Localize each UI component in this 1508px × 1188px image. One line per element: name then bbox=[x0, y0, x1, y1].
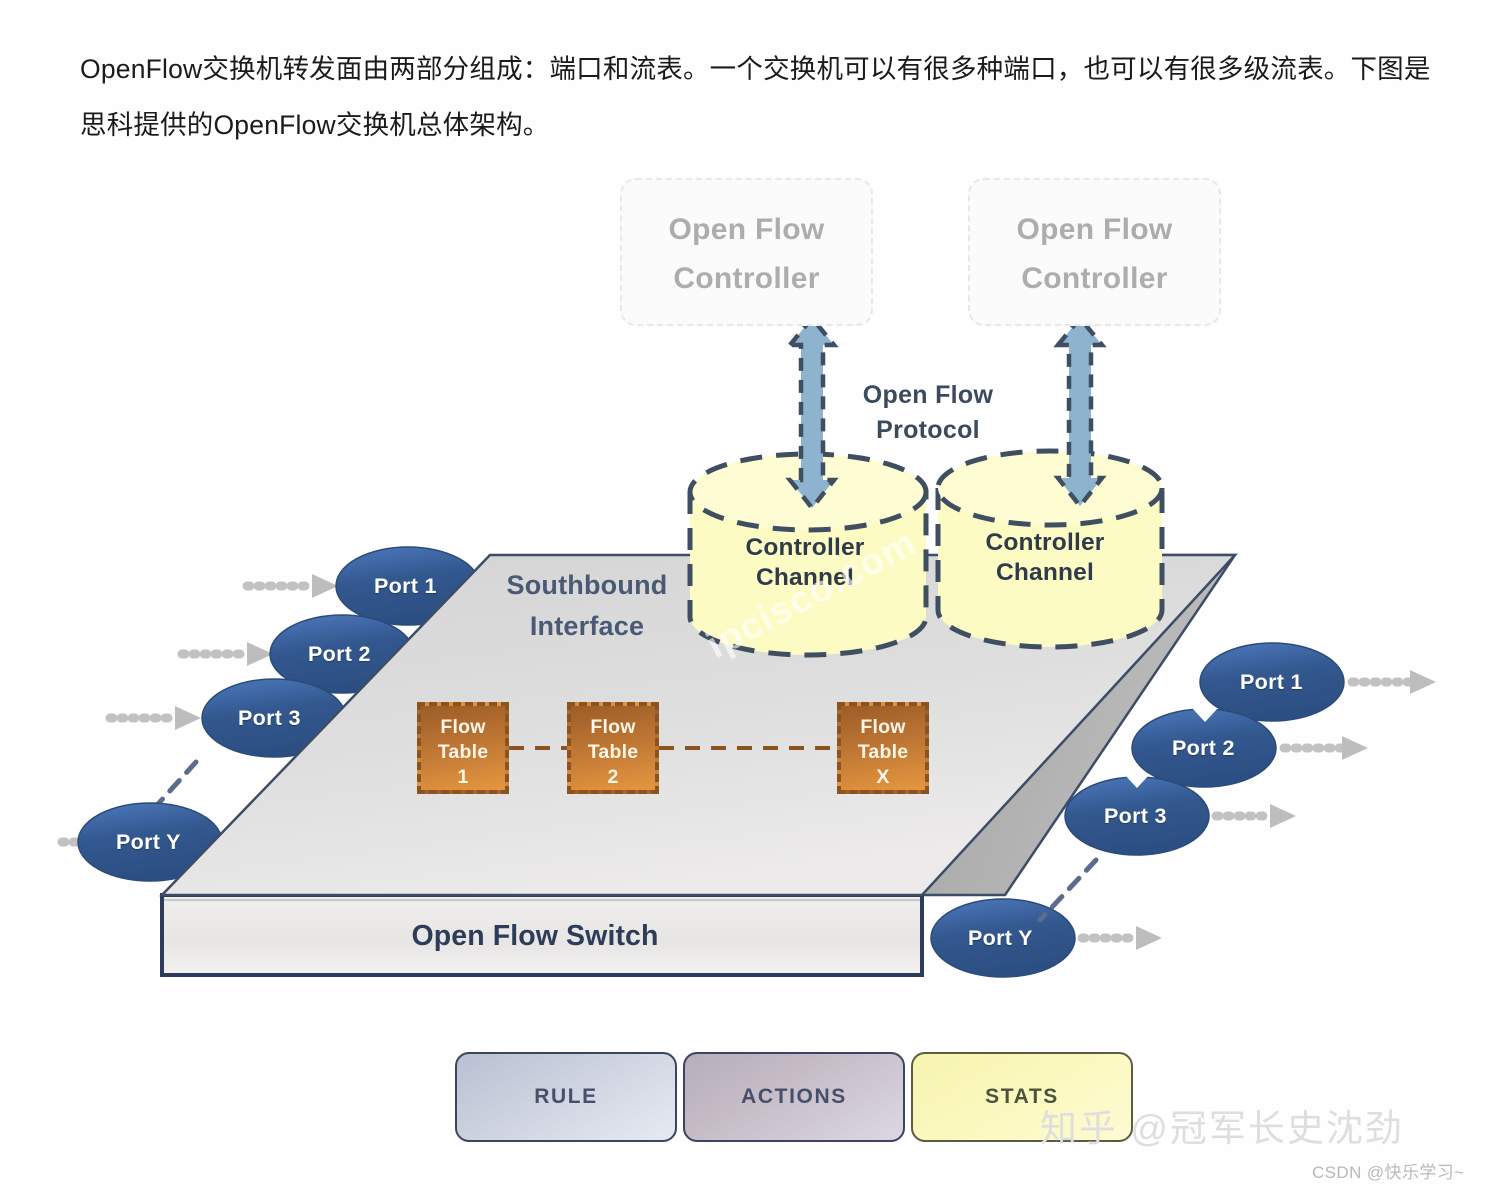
openflow-controller-1-line2: Controller bbox=[673, 262, 820, 295]
controller-channel-2-line2: Channel bbox=[995, 559, 1095, 586]
flow-table-1-line2: Table bbox=[437, 741, 489, 763]
controller-channel-1-line1: Controller bbox=[745, 534, 865, 561]
flow-table-2-index: 2 bbox=[607, 766, 619, 788]
ingress-port-2-label[interactable]: Port 2 bbox=[308, 642, 371, 667]
egress-port-y-label[interactable]: Port Y bbox=[968, 926, 1033, 951]
openflow-protocol-label: Open Flow Protocol bbox=[838, 378, 1018, 448]
flow-table-1-index: 1 bbox=[457, 766, 469, 788]
controller-channel-2-label: Controller Channel bbox=[930, 528, 1160, 588]
egress-port-2-label[interactable]: Port 2 bbox=[1172, 736, 1235, 761]
openflow-protocol-label-line1: Open Flow bbox=[862, 381, 994, 409]
egress-port-3-label[interactable]: Port 3 bbox=[1104, 804, 1167, 829]
openflow-controller-1-line1: Open Flow bbox=[668, 213, 825, 246]
southbound-interface-line2: Interface bbox=[529, 611, 645, 641]
flow-table-x-line1: Flow bbox=[860, 716, 906, 738]
controller-channel-2-line1: Controller bbox=[985, 529, 1105, 556]
southbound-interface-line1: Southbound bbox=[506, 570, 668, 600]
flow-table-2[interactable]: Flow Table 2 bbox=[567, 702, 659, 794]
openflow-controller-2-line2: Controller bbox=[1021, 262, 1168, 295]
flow-table-x[interactable]: Flow Table X bbox=[837, 702, 929, 794]
egress-port-1-label[interactable]: Port 1 bbox=[1240, 670, 1303, 695]
ingress-port-3-label[interactable]: Port 3 bbox=[238, 706, 301, 731]
controller-channel-1-label: Controller Channel bbox=[690, 533, 920, 593]
openflow-controller-2-line1: Open Flow bbox=[1016, 213, 1173, 246]
ingress-port-y-label[interactable]: Port Y bbox=[116, 830, 181, 855]
openflow-controller-box-2[interactable]: Open Flow Controller bbox=[968, 178, 1221, 326]
flow-entry-actions-box[interactable]: ACTIONS bbox=[683, 1052, 905, 1142]
southbound-interface-label: Southbound Interface bbox=[482, 565, 692, 647]
openflow-protocol-label-line2: Protocol bbox=[876, 416, 980, 444]
csdn-watermark: CSDN @快乐学习~ bbox=[1312, 1163, 1465, 1182]
flow-table-2-line1: Flow bbox=[590, 716, 636, 738]
zhihu-watermark: 知乎 @冠军长史沈劲 bbox=[1040, 1108, 1404, 1149]
flow-entry-legend: RULE ACTIONS STATS bbox=[455, 1052, 1133, 1142]
flow-table-2-line2: Table bbox=[587, 741, 639, 763]
openflow-controller-box-1[interactable]: Open Flow Controller bbox=[620, 178, 873, 326]
openflow-architecture-figure: Open Flow Controller Open Flow Controlle… bbox=[0, 130, 1508, 1188]
flow-table-1[interactable]: Flow Table 1 bbox=[417, 702, 509, 794]
flow-table-x-line2: Table bbox=[857, 741, 909, 763]
flow-table-x-index: X bbox=[876, 766, 890, 788]
openflow-switch-label: Open Flow Switch bbox=[411, 920, 659, 952]
ingress-port-1-label[interactable]: Port 1 bbox=[374, 574, 437, 599]
flow-entry-rule-box[interactable]: RULE bbox=[455, 1052, 677, 1142]
flow-table-1-line1: Flow bbox=[440, 716, 486, 738]
page-root: OpenFlow交换机转发面由两部分组成：端口和流表。一个交换机可以有很多种端口… bbox=[0, 0, 1508, 1188]
controller-channel-1-line2: Channel bbox=[755, 564, 855, 591]
